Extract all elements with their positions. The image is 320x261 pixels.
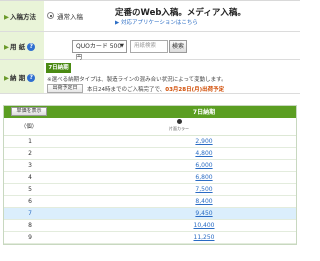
color-print-icon [177, 119, 182, 124]
paper-search-input[interactable]: 用紙検索 [130, 40, 168, 53]
quantity-cell: 1 [28, 138, 32, 145]
delivery-7day-badge[interactable]: 7日納期 [46, 63, 71, 73]
price-link[interactable]: 9,450 [164, 210, 244, 217]
ship-date-text: 本日24時までのご入稿完了で、03月28日(月)出荷予定 [87, 87, 225, 93]
delivery-note: ※選べる納期タイプは、製造ラインの混み合い状況によって変動します。 [47, 77, 227, 83]
delivery-label-cell: ▶納 期? [0, 60, 44, 93]
price-link[interactable]: 10,400 [164, 222, 244, 229]
delivery-column-title: 7日納期 [192, 109, 216, 116]
price-table: 単価を表示 7日納期 （個） 片面カラー 1 2,900 2 4,800 3 6,000 4… [3, 105, 297, 245]
table-row: 5 7,500 [4, 184, 296, 196]
price-link[interactable]: 11,250 [164, 234, 244, 241]
table-row: 8 10,400 [4, 220, 296, 232]
order-options: ▶入稿方法 通常入稿 定番のWeb入稿。メディア入稿。 ▶ 対応アプリケーション… [0, 0, 300, 94]
price-link[interactable]: 7,500 [164, 186, 244, 193]
supported-apps-link[interactable]: ▶ 対応アプリケーションはこちら [115, 18, 198, 26]
price-link[interactable]: 6,800 [164, 174, 244, 181]
help-icon[interactable]: ? [27, 73, 36, 82]
submission-method-row: ▶入稿方法 通常入稿 定番のWeb入稿。メディア入稿。 ▶ 対応アプリケーション… [0, 1, 300, 32]
delivery-label: 納 期 [10, 73, 26, 82]
print-type-label: 片面カラー [169, 126, 189, 131]
help-icon[interactable]: ? [27, 42, 36, 51]
table-row: 6 8,400 [4, 196, 296, 208]
quantity-cell: 9 [28, 234, 32, 241]
table-row: 4 6,800 [4, 172, 296, 184]
submission-headline: 定番のWeb入稿。メディア入稿。 [115, 8, 246, 18]
table-row: 3 6,000 [4, 160, 296, 172]
paper-row: ▶用 紙? QUOカード 500円 ▼ 用紙検索 検索 [0, 32, 300, 61]
paper-search-button[interactable]: 検索 [169, 40, 187, 53]
quantity-cell: 8 [28, 222, 32, 229]
paper-label-cell: ▶用 紙? [0, 32, 44, 59]
table-row: 7 9,450 [4, 208, 296, 220]
submission-method-label: 入稿方法 [10, 13, 36, 21]
price-link[interactable]: 2,900 [164, 138, 244, 145]
quantity-cell: 6 [28, 198, 32, 205]
ship-date-button[interactable]: 出荷予定日 [47, 84, 83, 93]
unit-label: （個） [20, 124, 38, 130]
quantity-cell: 7 [28, 210, 32, 217]
paper-select[interactable]: QUOカード 500円 ▼ [72, 40, 127, 61]
delivery-row: ▶納 期? 7日納期 ※選べる納期タイプは、製造ラインの混み合い状況によって変動… [0, 60, 300, 94]
standard-submission-label[interactable]: 通常入稿 [57, 11, 83, 21]
price-link[interactable]: 6,000 [164, 162, 244, 169]
table-row: 2 4,800 [4, 148, 296, 160]
triangle-icon: ▶ [4, 73, 9, 82]
triangle-icon: ▶ [4, 42, 9, 51]
table-row: 9 11,250 [4, 232, 296, 244]
price-table-header: 単価を表示 7日納期 [4, 106, 296, 118]
show-unit-price-button[interactable]: 単価を表示 [11, 107, 47, 116]
chevron-down-icon: ▼ [120, 43, 124, 49]
standard-submission-radio[interactable] [47, 12, 54, 19]
triangle-icon: ▶ [4, 13, 9, 21]
table-row: 1 2,900 [4, 136, 296, 148]
quantity-cell: 2 [28, 150, 32, 157]
ship-date: 03月28日(月)出荷予定 [165, 87, 225, 93]
quantity-cell: 5 [28, 186, 32, 193]
price-link[interactable]: 4,800 [164, 150, 244, 157]
paper-label: 用 紙 [10, 42, 26, 51]
price-link[interactable]: 8,400 [164, 198, 244, 205]
submission-method-label-cell: ▶入稿方法 [0, 1, 44, 31]
price-rows: 1 2,900 2 4,800 3 6,000 4 6,800 5 7,500 6 8,400 7 9,4… [4, 136, 296, 244]
unit-row: （個） 片面カラー [4, 118, 296, 136]
paper-select-value: QUOカード 500円 [76, 43, 122, 61]
quantity-cell: 3 [28, 162, 32, 169]
quantity-cell: 4 [28, 174, 32, 181]
